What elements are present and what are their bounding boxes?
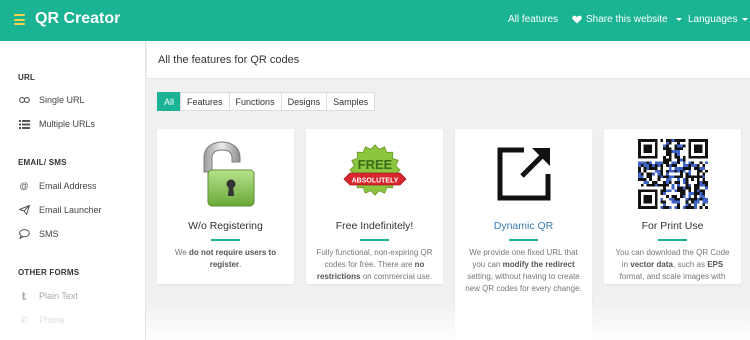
page-title: All the features for QR codes <box>158 54 300 66</box>
card-title-link[interactable]: Dynamic QR <box>455 220 592 232</box>
sidebar-item-label: Multiple URLs <box>39 119 96 129</box>
chevron-down-icon <box>675 18 682 21</box>
card-divider <box>509 239 538 241</box>
top-navbar: QR Creator All features Share this websi… <box>0 0 750 41</box>
sidebar: URL Single URL Multiple URLs EMAIL/ SMS … <box>0 41 146 340</box>
card-divider <box>211 239 240 241</box>
free-badge-text: FREE <box>357 157 392 172</box>
card-description: Fully functional, non-expiring QR codes … <box>316 248 433 281</box>
card-divider <box>658 239 687 241</box>
tab-features[interactable]: Features <box>180 92 230 111</box>
tab-all[interactable]: All <box>157 92 182 111</box>
padlock-open-icon <box>157 139 294 209</box>
paper-plane-icon <box>18 205 30 215</box>
sidebar-item-label: Email Launcher <box>39 205 102 215</box>
link-icon <box>18 95 30 105</box>
nav-share-dropdown[interactable]: Share this website <box>572 14 682 25</box>
sidebar-item-label: Plain Text <box>39 291 78 301</box>
card-title: Free Indefinitely! <box>335 220 414 232</box>
feature-card-no-registering[interactable]: W/o Registering We do not require users … <box>157 129 294 284</box>
qr-code-icon <box>604 139 741 209</box>
card-title: For Print Use <box>641 220 704 232</box>
card-description: We do not require users to register. <box>174 248 277 269</box>
filter-tabs: All Features Functions Designs Samples <box>157 92 376 111</box>
sidebar-section-other-forms: OTHER FORMS <box>18 268 80 277</box>
heart-icon <box>572 15 582 24</box>
nav-languages-label: Languages <box>688 14 738 25</box>
card-divider <box>360 239 389 241</box>
nav-all-features-link[interactable]: All features <box>508 14 558 25</box>
feature-card-print-use[interactable]: For Print Use You can download the QR Co… <box>604 129 741 284</box>
tab-samples[interactable]: Samples <box>326 92 376 111</box>
chat-bubble-icon <box>18 229 30 239</box>
chevron-down-icon <box>741 17 748 21</box>
sidebar-item-label: Single URL <box>39 95 85 105</box>
sidebar-item-plain-text[interactable]: t Plain Text <box>18 289 78 303</box>
card-description: You can download the QR Code in vector d… <box>615 248 730 281</box>
feature-card-free-indefinitely[interactable]: FREE ABSOLUTELY Free Indefinitely! Fully… <box>306 129 443 284</box>
brand-logo[interactable]: QR Creator <box>35 10 120 28</box>
sidebar-item-label: Email Address <box>39 181 97 191</box>
tab-designs[interactable]: Designs <box>280 92 328 111</box>
phone-icon: ✆ <box>20 314 28 325</box>
list-icon <box>18 119 30 129</box>
content-header: All the features for QR codes <box>147 41 750 79</box>
text-t-icon: t <box>21 289 27 303</box>
sidebar-section-url: URL <box>18 73 36 82</box>
free-badge-ribbon-text: ABSOLUTELY <box>351 178 398 185</box>
nav-share-label: Share this website <box>586 14 668 25</box>
sidebar-item-email-launcher[interactable]: Email Launcher <box>18 205 102 215</box>
sidebar-item-label: SMS <box>39 229 59 239</box>
external-link-icon <box>455 139 592 209</box>
sidebar-section-email-sms: EMAIL/ SMS <box>18 158 67 167</box>
sidebar-item-phone[interactable]: ✆ Phone <box>18 314 66 326</box>
sidebar-item-label: Phone <box>39 315 66 325</box>
sidebar-item-email-address[interactable]: @ Email Address <box>18 181 97 191</box>
sidebar-item-multiple-urls[interactable]: Multiple URLs <box>18 119 95 129</box>
card-description: We provide one fixed URL that you can mo… <box>465 248 582 293</box>
sidebar-item-single-url[interactable]: Single URL <box>18 95 85 105</box>
tab-functions[interactable]: Functions <box>228 92 282 111</box>
nav-languages-dropdown[interactable]: Languages <box>688 14 748 25</box>
bottom-fade-overlay <box>146 300 750 340</box>
hamburger-menu-icon[interactable] <box>14 14 25 25</box>
card-title: W/o Registering <box>188 220 263 232</box>
at-icon: @ <box>19 181 29 191</box>
sidebar-item-sms[interactable]: SMS <box>18 229 59 239</box>
free-badge-icon: FREE ABSOLUTELY <box>306 139 443 209</box>
